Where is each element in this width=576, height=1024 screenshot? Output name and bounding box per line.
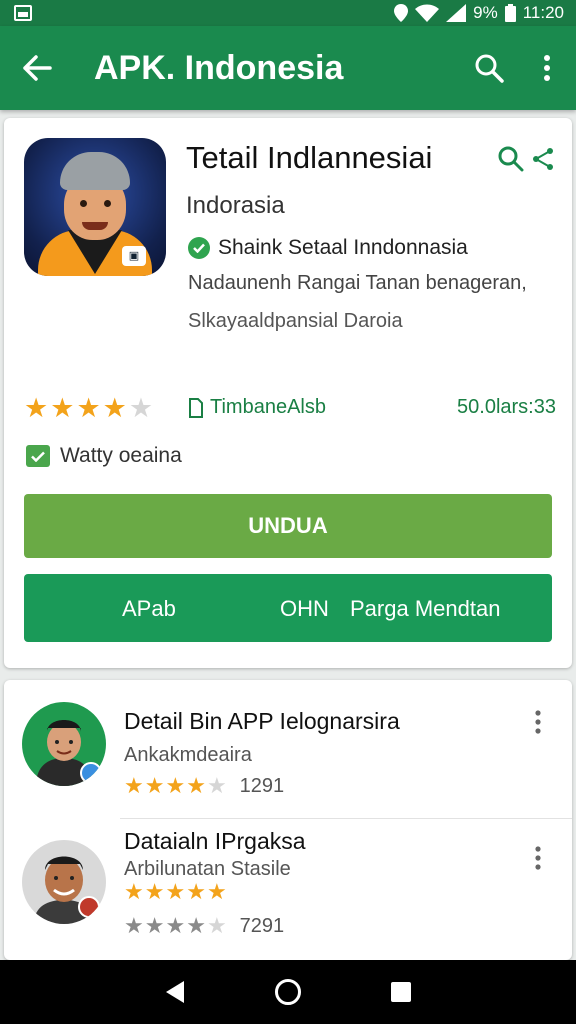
star-icon: ★	[24, 393, 49, 423]
share-icon[interactable]	[530, 146, 556, 172]
system-nav-bar	[0, 960, 576, 1024]
download-count: 50.0lars:33	[457, 396, 556, 418]
star-icon: ★	[50, 393, 75, 423]
more-vert-icon	[544, 55, 550, 81]
battery-icon	[504, 4, 516, 22]
action-button-bar: APab OHN Parga Mendtan	[24, 574, 552, 642]
app-rating-stars: ★ ★ ★ ★ ★	[24, 393, 153, 423]
action-button-right[interactable]: Parga Mendtan	[350, 596, 500, 622]
app-bar: APK. Indonesia	[0, 26, 576, 110]
zoom-icon[interactable]	[498, 146, 524, 172]
signal-icon	[446, 4, 467, 22]
image-icon	[14, 5, 32, 21]
related-list-card: Detail Bin APP Ielognarsira Ankakmdeaira…	[4, 680, 572, 960]
recents-icon[interactable]	[390, 981, 412, 1003]
avatar[interactable]	[22, 702, 106, 786]
search-button[interactable]	[460, 26, 518, 110]
search-icon	[475, 54, 504, 83]
action-button-left[interactable]: APab	[122, 596, 176, 622]
app-bar-title: APK. Indonesia	[94, 48, 344, 87]
star-icon: ★	[102, 393, 127, 423]
more-vert-icon	[535, 846, 541, 870]
wifi-icon	[415, 4, 440, 22]
file-icon	[189, 397, 203, 418]
list-item-count: 7291	[239, 914, 285, 937]
list-divider	[120, 818, 572, 819]
more-vert-icon	[535, 710, 541, 734]
status-bar: 9% 11:20	[0, 0, 576, 26]
list-item-rating: ★ ★ ★ ★ ★ 1291	[124, 773, 285, 798]
list-item-rating: ★ ★ ★ ★ ★	[124, 879, 227, 904]
list-item-title[interactable]: Dataialn IPrgaksa	[124, 828, 306, 855]
list-item-more-button[interactable]	[528, 842, 548, 874]
app-detail-card: ▣ Tetail Indlannesiai Indorasia Shaink S…	[4, 118, 572, 668]
app-size: TimbaneAlsb	[188, 396, 326, 419]
list-item-title[interactable]: Detail Bin APP Ielognarsira	[124, 708, 400, 735]
star-empty-icon: ★	[128, 393, 154, 423]
app-icon-badge: ▣	[122, 246, 146, 266]
home-icon[interactable]	[274, 978, 302, 1006]
check-icon	[26, 445, 50, 467]
rating-row: ★ ★ ★ ★ ★ TimbaneAlsb 50.0lars:33	[24, 393, 556, 423]
badge-icon	[78, 896, 100, 918]
more-options-button[interactable]	[518, 26, 576, 110]
list-item-more-button[interactable]	[528, 706, 548, 738]
avatar[interactable]	[22, 840, 106, 924]
list-item-count: 1291	[239, 774, 285, 797]
back-button[interactable]	[0, 26, 74, 110]
verified-row: Shaink Setaal Inndonnasia	[188, 236, 468, 260]
battery-percent: 9%	[473, 3, 498, 22]
star-icon: ★	[76, 393, 101, 423]
back-icon[interactable]	[164, 980, 186, 1004]
download-button[interactable]: UNDUA	[24, 494, 552, 558]
verified-text: Shaink Setaal Inndonnasia	[218, 236, 468, 259]
app-size-label: TimbaneAlsb	[210, 396, 326, 418]
verified-badge-icon	[80, 762, 102, 784]
app-icon: ▣	[24, 138, 166, 276]
app-description-line1: Nadaunenh Rangai Tanan benageran,	[188, 272, 527, 294]
location-icon	[394, 4, 409, 22]
verified-check-icon	[188, 237, 210, 259]
action-button-middle[interactable]: OHN	[280, 596, 329, 622]
list-item-subtitle: Ankakmdeaira	[124, 744, 252, 766]
app-description-line2: Slkayaaldpansial Daroia	[188, 310, 403, 332]
clock: 11:20	[522, 3, 564, 22]
list-item-subtitle: Arbilunatan Stasile	[124, 858, 291, 880]
back-arrow-icon	[23, 55, 52, 81]
app-publisher[interactable]: Indorasia	[186, 192, 285, 220]
safety-row: Watty oeaina	[26, 444, 182, 468]
safety-label: Watty oeaina	[60, 444, 182, 467]
app-name: Tetail Indlannesiai	[186, 140, 433, 175]
list-item-rating-secondary: ★ ★ ★ ★ ★ 7291	[124, 913, 285, 938]
